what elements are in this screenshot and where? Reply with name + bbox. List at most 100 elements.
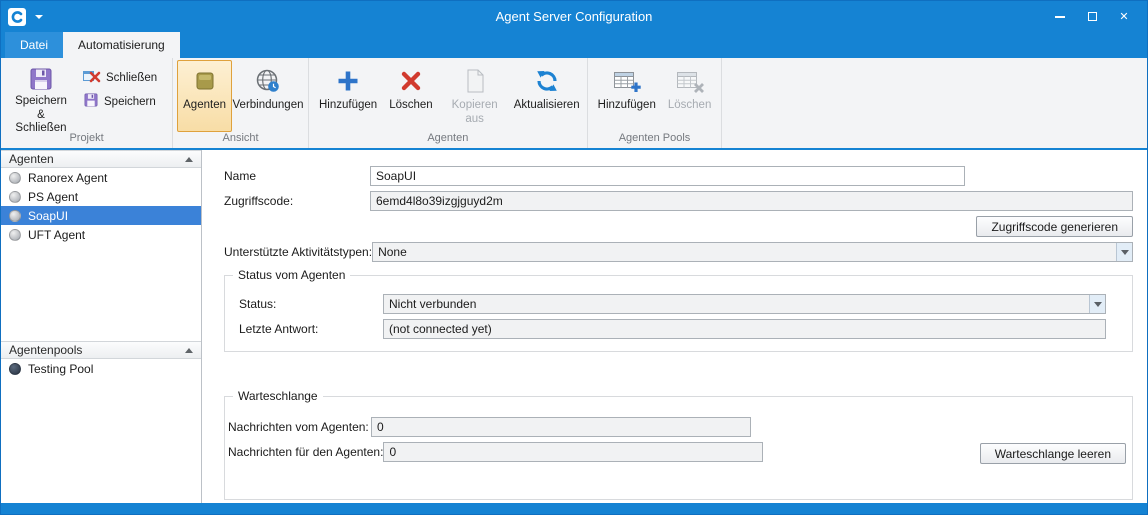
close-icon: [83, 69, 101, 86]
pool-status-icon: [9, 363, 21, 375]
pool-delete-icon: [676, 66, 704, 96]
app-icon[interactable]: [8, 8, 26, 26]
agent-status-icon: [9, 229, 21, 241]
activity-types-label: Unterstützte Aktivitätstypen:: [224, 245, 372, 259]
group-label-projekt: Projekt: [1, 132, 172, 148]
view-connections-button[interactable]: Verbindungen: [232, 60, 304, 132]
list-item-testing-pool[interactable]: Testing Pool: [1, 359, 201, 378]
list-item-label: Ranorex Agent: [28, 171, 107, 185]
sidebar: Agenten Ranorex Agent PS Agent SoapUI UF…: [1, 150, 202, 503]
access-code-label: Zugriffscode:: [224, 194, 370, 208]
chevron-down-icon: [1089, 295, 1105, 313]
status-dropdown[interactable]: Nicht verbunden: [383, 294, 1106, 314]
activity-types-row: Unterstützte Aktivitätstypen: None: [224, 242, 1133, 262]
refresh-button[interactable]: Aktualisieren: [511, 60, 583, 132]
button-label: Kopieren aus: [445, 99, 505, 126]
minimize-icon: [1055, 16, 1065, 18]
messages-for-label: Nachrichten für den Agenten:: [228, 445, 383, 459]
ribbon-group-agenten: Hinzufügen Löschen: [309, 58, 588, 148]
list-item-uft-agent[interactable]: UFT Agent: [1, 225, 201, 244]
ribbon-group-projekt: Speichern & Schließen Schließen: [1, 58, 173, 148]
last-response-label: Letzte Antwort:: [239, 322, 383, 336]
tab-automatisierung[interactable]: Automatisierung: [63, 32, 180, 58]
copy-icon: [464, 66, 486, 96]
list-item-label: PS Agent: [28, 190, 78, 204]
save-button[interactable]: Speichern: [79, 91, 166, 112]
title-bar: Agent Server Configuration ✕: [1, 1, 1147, 32]
agent-status-icon: [9, 172, 21, 184]
save-close-icon: [28, 66, 54, 92]
add-pool-button[interactable]: Hinzufügen: [592, 60, 662, 132]
group-label-ansicht: Ansicht: [173, 132, 308, 148]
agent-status-icon: [9, 191, 21, 203]
last-response-row: Letzte Antwort:: [239, 319, 1106, 339]
group-label-agenten: Agenten: [309, 132, 587, 148]
name-row: Name: [224, 166, 1133, 186]
ribbon-group-agenten-pools: Hinzufügen Löschen Agenten Pools: [588, 58, 723, 148]
queue-group-title: Warteschlange: [233, 389, 323, 403]
agents-header-label: Agenten: [9, 152, 54, 166]
view-agents-button[interactable]: Agenten: [177, 60, 232, 132]
group-label-agenten-pools: Agenten Pools: [588, 132, 722, 148]
messages-for-field[interactable]: [383, 442, 763, 462]
minimize-button[interactable]: [1047, 5, 1073, 29]
add-agent-button[interactable]: Hinzufügen: [313, 60, 383, 132]
main-area: Agenten Ranorex Agent PS Agent SoapUI UF…: [1, 150, 1147, 503]
list-item-label: UFT Agent: [28, 228, 85, 242]
tab-datei[interactable]: Datei: [5, 32, 63, 58]
maximize-button[interactable]: [1079, 5, 1105, 29]
name-label: Name: [224, 169, 370, 183]
status-group-title: Status vom Agenten: [233, 268, 350, 282]
list-item-soapui[interactable]: SoapUI: [1, 206, 201, 225]
list-item-label: SoapUI: [28, 209, 68, 223]
ribbon-group-ansicht: Agenten Verbindungen Ansich: [173, 58, 309, 148]
status-bar: [1, 503, 1147, 514]
list-item-ranorex-agent[interactable]: Ranorex Agent: [1, 168, 201, 187]
generate-access-code-button[interactable]: Zugriffscode generieren: [976, 216, 1133, 237]
button-label: Hinzufügen: [598, 99, 656, 113]
delete-pool-button[interactable]: Löschen: [662, 60, 717, 132]
pools-list-header[interactable]: Agentenpools: [1, 341, 201, 359]
ribbon-tab-strip: Datei Automatisierung: [1, 32, 1147, 58]
close-project-button[interactable]: Schließen: [79, 67, 166, 88]
sidebar-spacer: [1, 244, 201, 341]
messages-from-label: Nachrichten vom Agenten:: [228, 420, 371, 434]
pools-header-label: Agentenpools: [9, 343, 82, 357]
maximize-icon: [1088, 12, 1097, 21]
agent-status-groupbox: Status vom Agenten Status: Nicht verbund…: [224, 275, 1133, 352]
delete-icon: [398, 66, 424, 96]
clear-queue-button[interactable]: Warteschlange leeren: [980, 443, 1126, 464]
agents-icon: [193, 66, 217, 96]
last-response-field[interactable]: [383, 319, 1106, 339]
button-label: Aktualisieren: [514, 99, 580, 113]
button-label: Löschen: [668, 99, 711, 113]
status-label: Status:: [239, 297, 383, 311]
button-label: Speichern & Schließen: [11, 95, 71, 136]
copy-from-button[interactable]: Kopieren aus: [439, 60, 511, 132]
app-window: Agent Server Configuration ✕ Datei Autom…: [0, 0, 1148, 515]
ribbon: Speichern & Schließen Schließen: [1, 58, 1147, 150]
button-label: Schließen: [106, 72, 157, 84]
name-input[interactable]: [370, 166, 965, 186]
agent-detail-form: Name Zugriffscode: Zugriffscode generier…: [202, 150, 1147, 503]
access-code-field[interactable]: [370, 191, 1133, 211]
list-item-ps-agent[interactable]: PS Agent: [1, 187, 201, 206]
button-label: Agenten: [183, 99, 226, 113]
generate-code-row: Zugriffscode generieren: [224, 216, 1133, 237]
agent-status-icon: [9, 210, 21, 222]
save-and-close-button[interactable]: Speichern & Schließen: [5, 60, 77, 132]
chevron-down-icon[interactable]: [35, 15, 43, 19]
pool-add-icon: [613, 66, 641, 96]
button-label: Löschen: [389, 99, 432, 113]
agents-list-header[interactable]: Agenten: [1, 150, 201, 168]
messages-from-field[interactable]: [371, 417, 751, 437]
close-button[interactable]: ✕: [1111, 5, 1137, 29]
status-row: Status: Nicht verbunden: [239, 294, 1106, 314]
delete-agent-button[interactable]: Löschen: [383, 60, 438, 132]
refresh-icon: [534, 66, 560, 96]
activity-types-dropdown[interactable]: None: [372, 242, 1133, 262]
button-label: Verbindungen: [233, 99, 304, 113]
window-controls: ✕: [1047, 5, 1147, 29]
window-title: Agent Server Configuration: [1, 9, 1147, 24]
connections-globe-icon: [255, 66, 281, 96]
